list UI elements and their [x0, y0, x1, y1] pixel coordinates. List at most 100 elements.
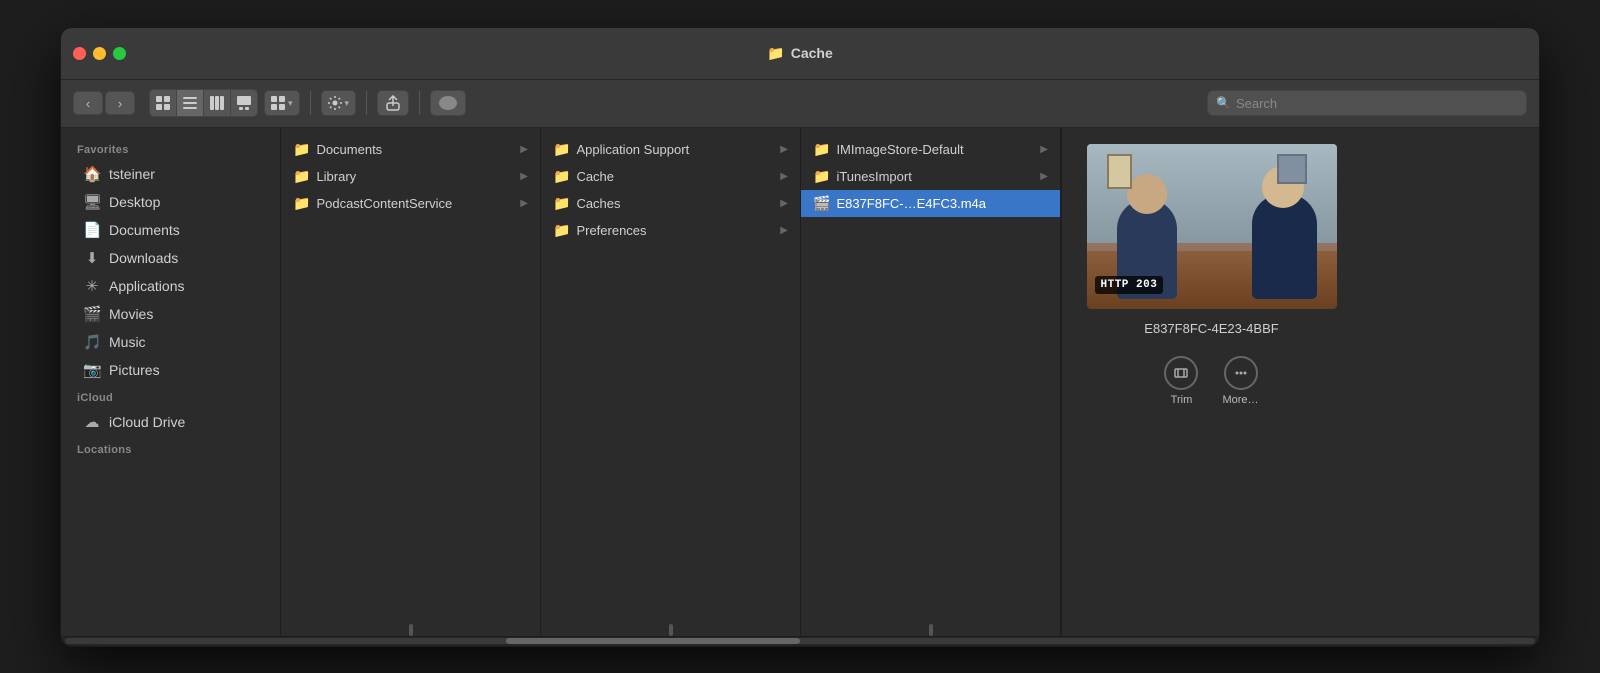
more-button[interactable]: More…	[1222, 356, 1258, 406]
list-item-selected[interactable]: 🎬 E837F8FC-…E4FC3.m4a	[801, 190, 1060, 217]
browser-col-2: 📁 Application Support ▶ 📁 Cache ▶ 📁 Cach…	[541, 128, 801, 636]
gear-icon: ▾	[322, 96, 356, 110]
search-icon: 🔍	[1216, 96, 1231, 110]
search-box[interactable]: 🔍	[1207, 90, 1527, 116]
list-view-button[interactable]	[177, 90, 203, 116]
video-file-icon: 🎬	[813, 195, 830, 212]
list-item[interactable]: 📁 IMImageStore-Default ▶	[801, 136, 1060, 163]
main-content: Favorites 🏠 tsteiner 🖥 Desktop 📄 Documen…	[61, 128, 1539, 636]
maximize-button[interactable]	[113, 47, 126, 60]
search-input[interactable]	[1236, 96, 1518, 111]
pictures-icon: 📷	[83, 361, 101, 379]
sidebar-item-pictures[interactable]: 📷 Pictures	[67, 356, 274, 384]
sidebar-item-documents[interactable]: 📄 Documents	[67, 216, 274, 244]
list-item[interactable]: 📁 Library ▶	[281, 163, 540, 190]
chevron-right-icon: ▶	[780, 198, 788, 209]
traffic-lights	[73, 47, 126, 60]
sidebar: Favorites 🏠 tsteiner 🖥 Desktop 📄 Documen…	[61, 128, 281, 636]
gallery-view-button[interactable]	[231, 90, 257, 116]
browser-col-3: 📁 IMImageStore-Default ▶ 📁 iTunesImport …	[801, 128, 1061, 636]
title-folder-icon: 📁	[767, 45, 784, 62]
list-item[interactable]: 📁 Application Support ▶	[541, 136, 800, 163]
column-view-button[interactable]	[204, 90, 230, 116]
folder-icon: 📁	[293, 195, 310, 212]
applications-icon: ✳	[83, 277, 101, 295]
nav-buttons: ‹ ›	[73, 91, 135, 115]
column-resize-handle[interactable]	[669, 624, 673, 636]
folder-icon: 📁	[553, 222, 570, 239]
view-options-button[interactable]: ▾	[264, 90, 300, 116]
file-name: Library	[316, 169, 514, 184]
sidebar-item-label: Desktop	[109, 194, 160, 210]
sidebar-item-label: Pictures	[109, 362, 160, 378]
column-resize-handle[interactable]	[409, 624, 413, 636]
documents-icon: 📄	[83, 221, 101, 239]
file-name: Caches	[576, 196, 774, 211]
scrollbar-thumb[interactable]	[506, 638, 800, 644]
tag-button[interactable]	[430, 90, 466, 116]
trim-button[interactable]: Trim	[1164, 356, 1198, 406]
trim-icon	[1164, 356, 1198, 390]
more-label: More…	[1222, 394, 1258, 406]
list-item[interactable]: 📁 PodcastContentService ▶	[281, 190, 540, 217]
file-name: Documents	[316, 142, 514, 157]
back-button[interactable]: ‹	[73, 91, 103, 115]
trim-label: Trim	[1171, 394, 1193, 406]
downloads-icon: ⬇	[83, 249, 101, 267]
file-name: Preferences	[576, 223, 774, 238]
home-icon: 🏠	[83, 165, 101, 183]
list-item[interactable]: 📁 Cache ▶	[541, 163, 800, 190]
chevron-right-icon: ▶	[1040, 171, 1048, 182]
icon-view-button[interactable]	[150, 90, 176, 116]
folder-icon: 📁	[813, 168, 830, 185]
minimize-button[interactable]	[93, 47, 106, 60]
file-name: Cache	[576, 169, 774, 184]
file-name: Application Support	[576, 142, 774, 157]
sidebar-item-label: iCloud Drive	[109, 414, 185, 430]
folder-icon: 📁	[553, 168, 570, 185]
favorites-label: Favorites	[61, 136, 280, 160]
column-resize-handle[interactable]	[929, 624, 933, 636]
sidebar-item-applications[interactable]: ✳ Applications	[67, 272, 274, 300]
sidebar-item-label: Movies	[109, 306, 153, 322]
finder-window: 📁 Cache ‹ ›	[60, 27, 1540, 647]
view-mode-buttons	[149, 89, 258, 117]
preview-filename: E837F8FC-4E23-4BBF	[1144, 321, 1278, 336]
folder-icon: 📁	[553, 195, 570, 212]
forward-button[interactable]: ›	[105, 91, 135, 115]
chevron-right-icon: ▶	[780, 144, 788, 155]
preview-pane: HTTP 203 E837F8FC-4E23-4BBF Trim	[1061, 128, 1361, 636]
sidebar-item-downloads[interactable]: ⬇ Downloads	[67, 244, 274, 272]
action-menu-button[interactable]: ▾	[321, 90, 357, 116]
close-button[interactable]	[73, 47, 86, 60]
view-options-icon: ▾	[265, 96, 299, 110]
sidebar-item-desktop[interactable]: 🖥 Desktop	[67, 188, 274, 216]
list-item[interactable]: 📁 iTunesImport ▶	[801, 163, 1060, 190]
horizontal-scrollbar[interactable]	[61, 636, 1539, 646]
folder-icon: 📁	[813, 141, 830, 158]
music-icon: 🎵	[83, 333, 101, 351]
file-name: IMImageStore-Default	[836, 142, 1034, 157]
sidebar-item-movies[interactable]: 🎬 Movies	[67, 300, 274, 328]
sidebar-item-icloud-drive[interactable]: ☁ iCloud Drive	[67, 408, 274, 436]
share-button[interactable]	[377, 90, 409, 116]
sidebar-item-label: Documents	[109, 222, 180, 238]
sidebar-item-tsteiner[interactable]: 🏠 tsteiner	[67, 160, 274, 188]
chevron-right-icon: ▶	[780, 171, 788, 182]
icloud-icon: ☁	[83, 413, 101, 431]
desktop-icon: 🖥	[83, 193, 101, 211]
toolbar-separator-3	[419, 91, 420, 115]
browser-col-1: 📁 Documents ▶ 📁 Library ▶ 📁 PodcastConte…	[281, 128, 541, 636]
toolbar-separator-1	[310, 91, 311, 115]
sidebar-item-label: Downloads	[109, 250, 178, 266]
list-item[interactable]: 📁 Preferences ▶	[541, 217, 800, 244]
window-title: 📁 Cache	[767, 45, 832, 62]
chevron-right-icon: ▶	[780, 225, 788, 236]
list-item[interactable]: 📁 Documents ▶	[281, 136, 540, 163]
preview-thumbnail: HTTP 203	[1087, 144, 1337, 309]
list-item[interactable]: 📁 Caches ▶	[541, 190, 800, 217]
movies-icon: 🎬	[83, 305, 101, 323]
video-badge: HTTP 203	[1095, 276, 1164, 294]
sidebar-item-music[interactable]: 🎵 Music	[67, 328, 274, 356]
toolbar: ‹ ›	[61, 80, 1539, 128]
